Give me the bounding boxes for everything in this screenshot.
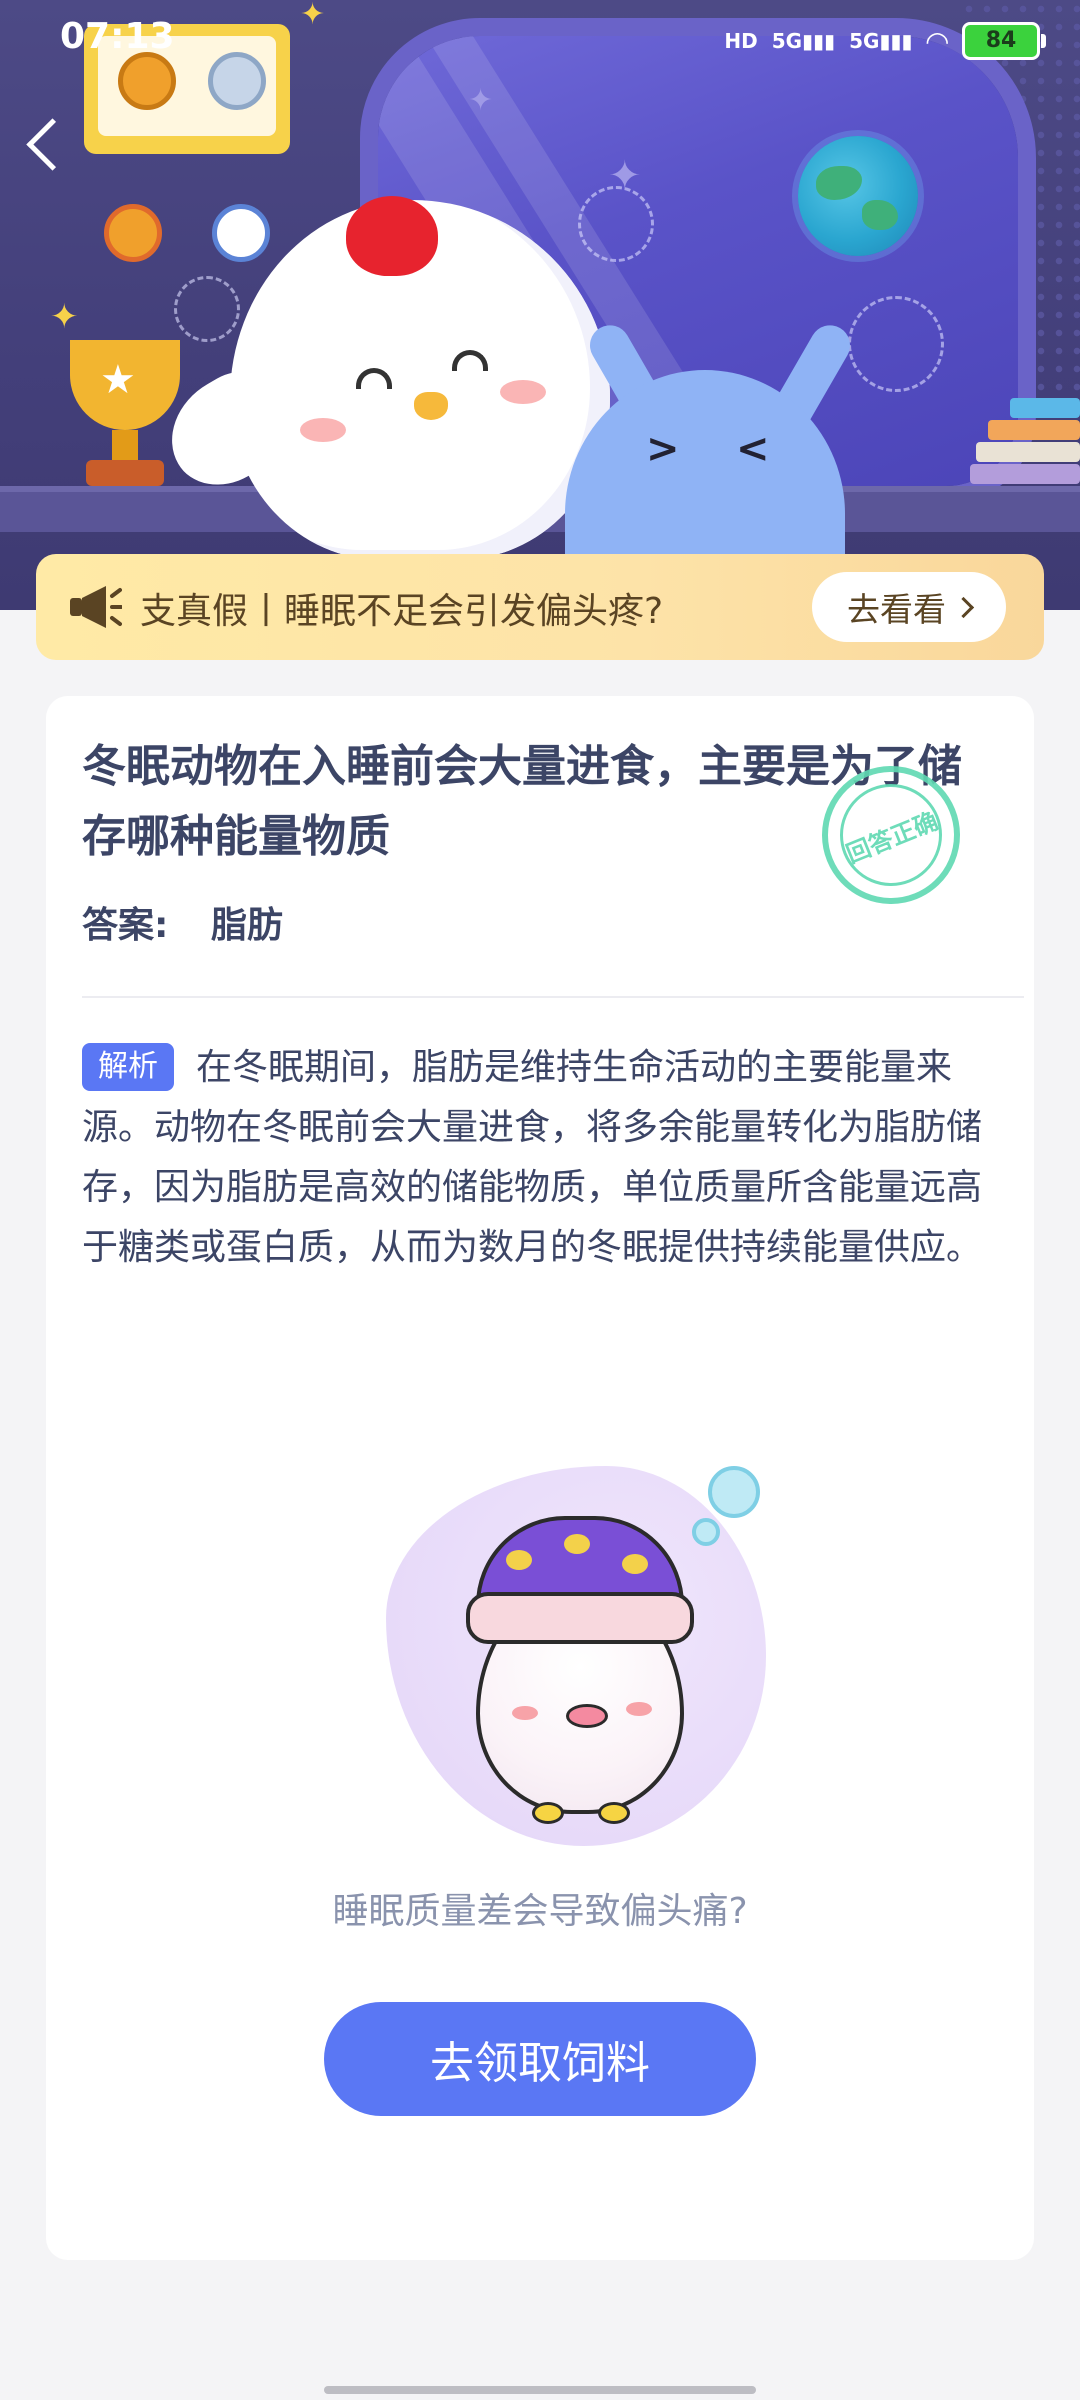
analysis-block: 解析 在冬眠期间，脂肪是维持生命活动的主要能量来源。动物在冬眠前会大量进食，将多余… — [82, 1038, 982, 1278]
status-time: 07:13 — [60, 16, 175, 57]
sleeping-egg-illustration — [336, 1426, 816, 1856]
stamp-text: 回答正确 — [824, 768, 958, 902]
battery-icon: 84 — [962, 22, 1046, 60]
answer-card: 冬眠动物在入睡前会大量进食，主要是为了储存哪种能量物质 回答正确 答案: 脂肪 … — [46, 696, 1034, 2260]
answer-label: 答案: — [82, 905, 169, 946]
books-icon — [970, 398, 1080, 488]
dashed-circle — [578, 186, 654, 262]
go-see-button[interactable]: 去看看 — [812, 572, 1006, 642]
fact-check-banner[interactable]: 支真假丨睡眠不足会引发偏头疼? 去看看 — [36, 554, 1044, 660]
chevron-right-icon — [952, 596, 975, 618]
home-indicator[interactable] — [324, 2386, 756, 2394]
dashed-circle — [848, 296, 944, 392]
signal-icon: 5G▮▮▮ — [771, 29, 836, 53]
wifi-icon: ◠ — [926, 24, 948, 58]
analysis-tag: 解析 — [82, 1043, 174, 1091]
bronze-medal-icon — [104, 204, 162, 262]
status-icons: HD 5G▮▮▮ 5G▮▮▮ ◠ 84 — [724, 22, 1046, 60]
hero-illustration: ✦ ✦ ✦ ✦ ★ > < 07:13 HD 5G▮▮▮ 5G▮▮▮ ◠ 84 — [0, 0, 1080, 610]
sparkle-icon: ✦ — [50, 297, 79, 337]
divider — [82, 996, 1024, 998]
illustration-caption: 睡眠质量差会导致偏头痛? — [332, 1891, 748, 1932]
back-arrow-icon[interactable] — [26, 118, 79, 171]
banner-text: 支真假丨睡眠不足会引发偏头疼? — [140, 591, 664, 632]
answer-value: 脂肪 — [210, 905, 283, 946]
hd-label: HD — [724, 29, 758, 53]
status-bar: 07:13 HD 5G▮▮▮ 5G▮▮▮ ◠ 84 — [0, 0, 1080, 80]
chicken-comb — [346, 196, 438, 276]
analysis-text: 在冬眠期间，脂肪是维持生命活动的主要能量来源。动物在冬眠前会大量进食，将多余能量… — [82, 1047, 983, 1268]
signal-icon: 5G▮▮▮ — [849, 29, 913, 53]
go-see-label: 去看看 — [847, 590, 946, 629]
answer-row: 答案: 脂肪 — [82, 896, 283, 948]
white-medal-icon — [212, 204, 270, 262]
dashed-circle — [174, 276, 240, 342]
bubble-icon — [708, 1466, 760, 1518]
claim-feed-button[interactable]: 去领取饲料 — [324, 2002, 756, 2116]
planet-icon — [798, 136, 918, 256]
megaphone-icon — [70, 586, 122, 628]
sparkle-icon: ✦ — [468, 83, 494, 118]
